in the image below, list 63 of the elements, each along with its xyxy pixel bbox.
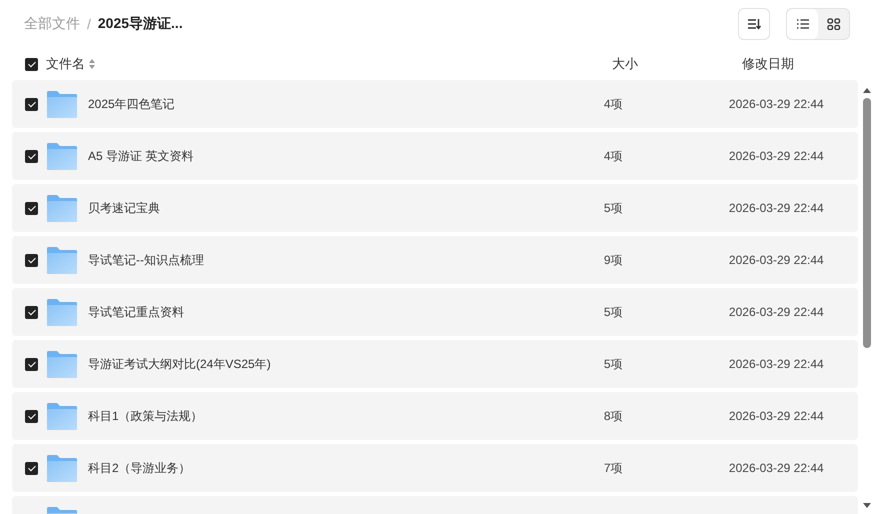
sort-button[interactable] [738,8,770,40]
checkbox[interactable] [25,254,38,266]
folder-icon [47,298,77,326]
folder-icon [47,454,77,482]
item-count: 4项 [604,148,624,164]
checkbox[interactable] [25,462,38,474]
file-row[interactable]: 科目1（政策与法规） 8项 2026-03-29 22:44 [12,392,858,440]
modified-date: 2026-03-29 22:44 [728,149,825,163]
sort-icon [747,18,761,30]
item-count: 4项 [604,96,624,112]
file-name: 科目2（导游业务） [88,460,191,476]
folder-icon [47,402,77,430]
modified-date: 2026-03-29 22:44 [728,201,825,215]
modified-date: 2026-03-29 22:44 [728,253,825,267]
file-name: 科目1（政策与法规） [88,408,203,424]
item-count: 5项 [604,356,624,372]
modified-date: 2026-03-29 22:44 [728,357,825,371]
breadcrumb-item[interactable]: 2025导游证... [98,15,183,33]
item-count: 5项 [604,200,624,216]
modified-date: 2026-03-29 22:44 [728,461,825,475]
file-row[interactable]: 贝考速记宝典 5项 2026-03-29 22:44 [12,184,858,232]
scroll-up-icon[interactable] [862,86,872,94]
file-row[interactable]: 2025年四色笔记 4项 2026-03-29 22:44 [12,80,858,128]
list-view-button[interactable] [787,9,818,39]
item-count: 9项 [604,252,624,268]
file-name: 导试笔记--知识点梳理 [88,252,204,268]
checkbox[interactable] [25,150,38,162]
folder-icon [47,246,77,274]
item-count: 7项 [604,460,624,476]
item-count: 8项 [604,408,624,424]
checkbox[interactable] [25,58,38,70]
folder-icon [47,350,77,378]
file-row[interactable]: A5 导游证 英文资料 4项 2026-03-29 22:44 [12,132,858,180]
file-name: 2025年四色笔记 [88,96,175,112]
file-name: A5 导游证 英文资料 [88,148,194,164]
checkbox[interactable] [25,358,38,370]
checkbox[interactable] [25,410,38,422]
modified-date: 2026-03-29 22:44 [728,97,825,111]
item-count: 5项 [604,304,624,320]
scroll-down-icon[interactable] [862,502,872,510]
file-row[interactable]: 导游证考试大纲对比(24年VS25年) 5项 2026-03-29 22:44 [12,340,858,388]
scrollbar-thumb[interactable] [863,98,871,348]
file-row[interactable]: 导试笔记--知识点梳理 9项 2026-03-29 22:44 [12,236,858,284]
column-header[interactable]: 修改日期 [738,55,872,73]
folder-icon [47,90,77,118]
file-name: 导试笔记重点资料 [88,304,184,320]
folder-icon [47,194,77,222]
file-name: 导游证考试大纲对比(24年VS25年) [88,356,271,372]
checkbox[interactable] [25,98,38,110]
checkbox[interactable] [25,306,38,318]
file-row[interactable]: 科目2（导游业务） 7项 2026-03-29 22:44 [12,444,858,492]
sort-arrows-icon[interactable] [89,59,95,69]
checkbox[interactable] [25,202,38,214]
grid-icon [826,18,840,30]
file-row[interactable]: 导试笔记重点资料 5项 2026-03-29 22:44 [12,288,858,336]
list-icon [796,18,810,30]
folder-icon [47,142,77,170]
column-header[interactable]: 文件名 [46,55,85,73]
file-name: 贝考速记宝典 [88,200,160,216]
column-header[interactable]: 大小 [608,55,738,73]
modified-date: 2026-03-29 22:44 [728,409,825,423]
breadcrumb-separator: / [87,16,91,32]
modified-date: 2026-03-29 22:44 [728,305,825,319]
